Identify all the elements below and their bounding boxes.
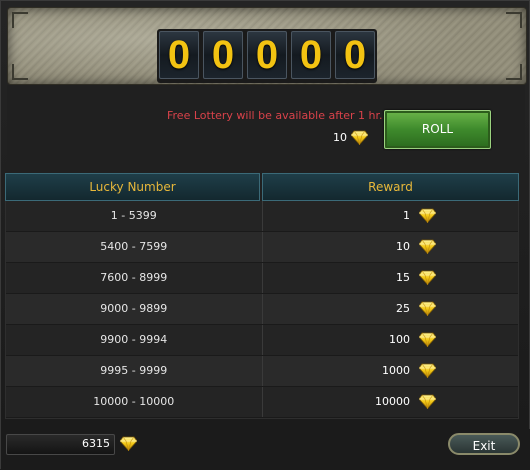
lucky-number-range: 1 - 5399 xyxy=(6,201,263,231)
reward-value: 10 xyxy=(396,240,410,253)
reward-cell: 1 xyxy=(263,201,519,231)
frame-corner xyxy=(506,64,522,80)
reward-value: 100 xyxy=(389,333,410,346)
lottery-window: 0 0 0 0 0 Free Lottery will be available… xyxy=(0,0,530,470)
digit: 0 xyxy=(291,31,331,79)
lucky-number-range: 5400 - 7599 xyxy=(6,232,263,262)
digit: 0 xyxy=(203,31,243,79)
gem-icon xyxy=(351,130,368,145)
frame-corner xyxy=(506,12,522,28)
reward-cell: 15 xyxy=(263,263,519,293)
lucky-number-range: 9995 - 9999 xyxy=(6,356,263,386)
free-lottery-message: Free Lottery will be available after 1 h… xyxy=(167,109,383,122)
table-row: 7600 - 8999 15 xyxy=(6,263,518,294)
gem-icon xyxy=(120,436,137,451)
footer-bar: 6315 Exit xyxy=(1,429,530,470)
digit: 0 xyxy=(247,31,287,79)
gem-icon xyxy=(419,394,436,409)
digit: 0 xyxy=(159,31,199,79)
column-header-lucky-number: Lucky Number xyxy=(5,173,260,201)
lucky-number-range: 7600 - 8999 xyxy=(6,263,263,293)
digit: 0 xyxy=(335,31,375,79)
reward-cell: 25 xyxy=(263,294,519,324)
frame-corner xyxy=(12,12,28,28)
table-body: 1 - 5399 1 5400 - 7599 10 7600 - 8999 15 xyxy=(5,201,519,419)
lucky-number-range: 10000 - 10000 xyxy=(6,387,263,417)
table-row: 10000 - 10000 10000 xyxy=(6,387,518,418)
table-row: 5400 - 7599 10 xyxy=(6,232,518,263)
reward-cell: 1000 xyxy=(263,356,519,386)
lucky-number-range: 9900 - 9994 xyxy=(6,325,263,355)
gem-icon xyxy=(419,239,436,254)
frame-corner xyxy=(12,64,28,80)
gem-icon xyxy=(419,270,436,285)
roll-cost: 10 xyxy=(333,130,368,145)
lucky-number-range: 9000 - 9899 xyxy=(6,294,263,324)
table-row: 9900 - 9994 100 xyxy=(6,325,518,356)
roll-cost-value: 10 xyxy=(333,131,347,144)
roll-button[interactable]: ROLL xyxy=(384,110,491,149)
lottery-info: Free Lottery will be available after 1 h… xyxy=(7,85,525,169)
number-display: 0 0 0 0 0 xyxy=(7,7,527,85)
gem-icon xyxy=(419,363,436,378)
reward-cell: 10000 xyxy=(263,387,519,417)
reward-value: 1000 xyxy=(382,364,410,377)
gem-icon xyxy=(419,332,436,347)
reward-cell: 100 xyxy=(263,325,519,355)
table-row: 9000 - 9899 25 xyxy=(6,294,518,325)
gem-icon xyxy=(419,301,436,316)
table-row: 1 - 5399 1 xyxy=(6,201,518,232)
reward-value: 15 xyxy=(396,271,410,284)
reward-value: 25 xyxy=(396,302,410,315)
digit-counter: 0 0 0 0 0 xyxy=(157,29,377,83)
reward-value: 1 xyxy=(403,209,410,222)
table-row: 9995 - 9999 1000 xyxy=(6,356,518,387)
reward-table: Lucky Number Reward 1 - 5399 1 5400 - 75… xyxy=(5,173,519,419)
reward-value: 10000 xyxy=(375,395,410,408)
gem-balance-value: 6315 xyxy=(82,437,110,450)
gem-icon xyxy=(419,208,436,223)
table-header: Lucky Number Reward xyxy=(5,173,519,201)
exit-button[interactable]: Exit xyxy=(448,433,520,455)
column-header-reward: Reward xyxy=(262,173,519,201)
reward-cell: 10 xyxy=(263,232,519,262)
gem-balance-field: 6315 xyxy=(6,434,115,455)
